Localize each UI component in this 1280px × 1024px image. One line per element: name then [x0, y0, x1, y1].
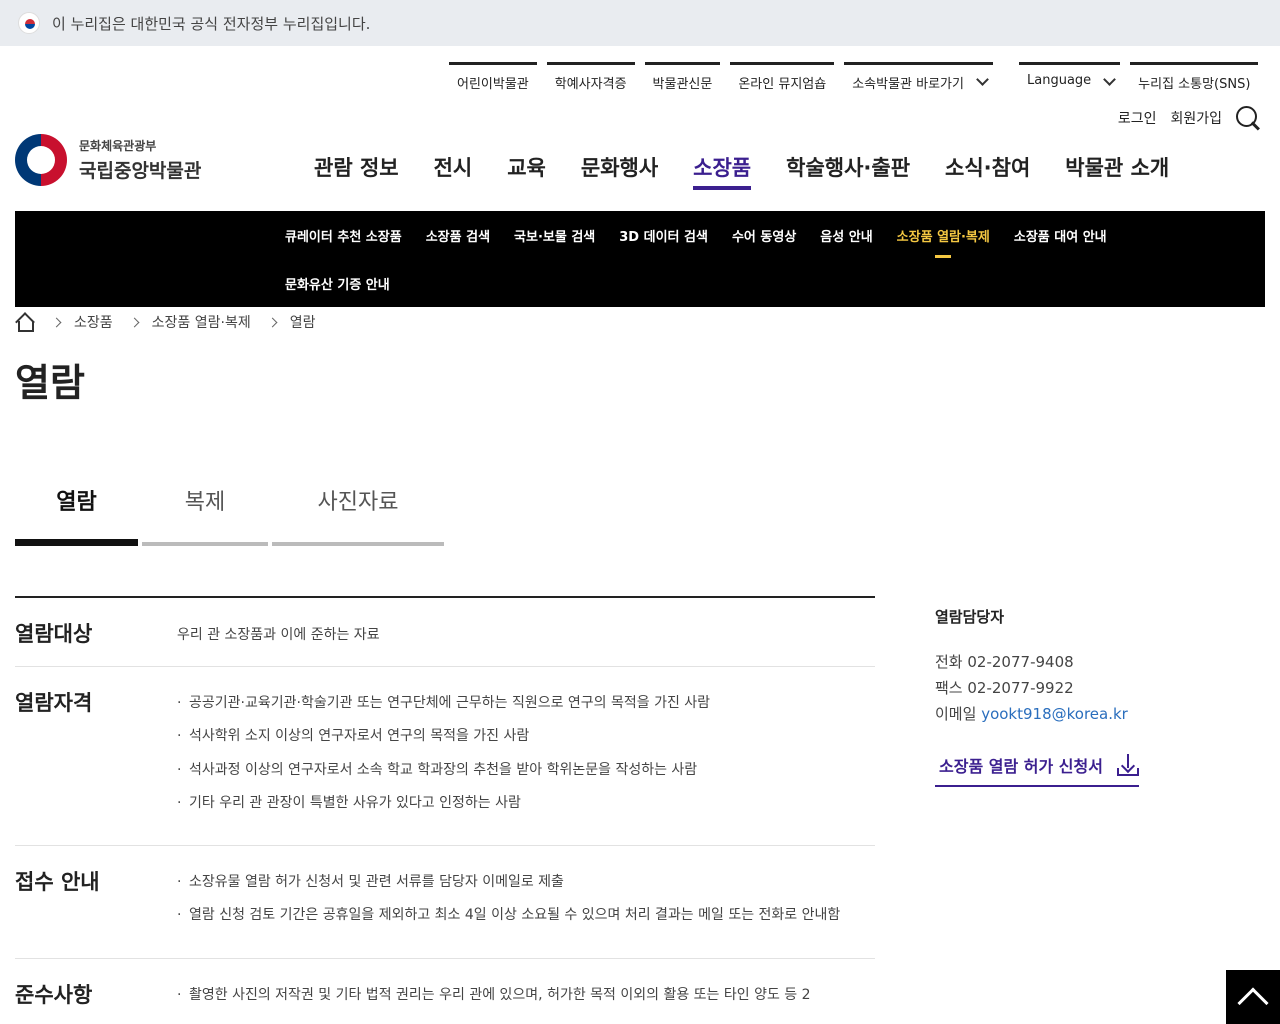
download-label: 소장품 열람 허가 신청서: [939, 757, 1103, 776]
main-nav: 관람 정보 전시 교육 문화행사 소장품 학술행사·출판 소식·참여 박물관 소…: [314, 152, 1169, 190]
museum-logo[interactable]: 문화체육관광부 국립중앙박물관: [15, 134, 201, 186]
list-item: 열람 신청 검토 기간은 공휴일을 제외하고 최소 4일 이상 소요될 수 있으…: [177, 905, 875, 926]
login-link[interactable]: 로그인: [1118, 108, 1157, 128]
gnb-item-exhibition[interactable]: 전시: [434, 152, 473, 190]
list-item: 석사과정 이상의 연구자로서 소속 학교 학과장의 추천을 받아 학위논문을 작…: [177, 760, 875, 781]
submission-list: 소장유물 열람 허가 신청서 및 관련 서류를 담당자 이메일로 제출 열람 신…: [177, 872, 875, 926]
util-link-affiliated-label: 소속박물관 바로가기: [852, 77, 964, 92]
utility-nav: 어린이박물관 학예사자격증 박물관신문 온라인 뮤지엄숍 소속박물관 바로가기: [449, 62, 1003, 100]
page-title: 열람: [15, 361, 85, 405]
chevron-down-icon: [1103, 73, 1117, 86]
subnav-item-audio-guide[interactable]: 음성 안내: [820, 211, 872, 259]
tab-reproduction[interactable]: 복제: [142, 478, 268, 546]
contact-email: 이메일 yookt918@korea.kr: [935, 701, 1195, 727]
util-link-curator-cert[interactable]: 학예사자격증: [546, 62, 635, 100]
korea-flag-icon: [18, 12, 40, 34]
table-row: 열람대상 우리 관 소장품과 이에 준하는 자료: [15, 598, 875, 667]
row-label: 준수사항: [15, 982, 93, 1007]
subnav-item-3d-search[interactable]: 3D 데이터 검색: [619, 211, 708, 259]
gov-banner-text: 이 누리집은 대한민국 공식 전자정부 누리집입니다.: [52, 14, 371, 33]
utility-nav-right: Language 누리집 소통망(SNS): [1019, 62, 1259, 100]
gnb-item-news[interactable]: 소식·참여: [945, 152, 1030, 190]
signup-link[interactable]: 회원가입: [1170, 108, 1222, 128]
download-icon: [1116, 754, 1139, 776]
logo-text: 문화체육관광부 국립중앙박물관: [79, 137, 201, 183]
language-select[interactable]: Language: [1019, 62, 1121, 100]
fax-label: 팩스: [935, 679, 963, 697]
chevron-right-icon: [267, 317, 278, 327]
back-to-top-button[interactable]: [1226, 970, 1280, 1024]
util-link-online-shop[interactable]: 온라인 뮤지엄숍: [730, 62, 835, 100]
rules-list: 촬영한 사진의 저작권 및 기타 법적 권리는 우리 관에 있으며, 허가한 목…: [177, 985, 875, 1006]
subnav-item-loan-guide[interactable]: 소장품 대여 안내: [1014, 211, 1107, 259]
subnav-item-donation-guide[interactable]: 문화유산 기증 안내: [285, 259, 390, 307]
arrow-up-icon: [1237, 987, 1269, 1019]
gov-banner: 이 누리집은 대한민국 공식 전자정부 누리집입니다.: [0, 0, 1280, 46]
breadcrumb-item-viewing-reproduction[interactable]: 소장품 열람·복제: [152, 312, 251, 332]
gnb-item-about[interactable]: 박물관 소개: [1065, 152, 1169, 190]
download-application-button[interactable]: 소장품 열람 허가 신청서: [935, 753, 1139, 787]
fax-value: 02-2077-9922: [967, 679, 1074, 697]
phone-value: 02-2077-9408: [967, 653, 1074, 671]
content-tabs: 열람 복제 사진자료: [15, 478, 448, 546]
gnb-item-events[interactable]: 문화행사: [581, 152, 658, 190]
tab-viewing[interactable]: 열람: [15, 478, 138, 546]
list-item: 촬영한 사진의 저작권 및 기타 법적 권리는 우리 관에 있으며, 허가한 목…: [177, 985, 875, 1006]
list-item: 공공기관·교육기관·학술기관 또는 연구단체에 근무하는 직원으로 연구의 목적…: [177, 693, 875, 714]
logo-ministry: 문화체육관광부: [79, 139, 157, 153]
table-row: 접수 안내 소장유물 열람 허가 신청서 및 관련 서류를 담당자 이메일로 제…: [15, 846, 875, 959]
subnav-item-collection-search[interactable]: 소장품 검색: [426, 211, 490, 259]
list-item: 소장유물 열람 허가 신청서 및 관련 서류를 담당자 이메일로 제출: [177, 872, 875, 893]
logo-museum-name: 국립중앙박물관: [79, 160, 202, 182]
list-item: 석사학위 소지 이상의 연구자로서 연구의 목적을 가진 사람: [177, 726, 875, 747]
subnav-item-treasure-search[interactable]: 국보·보물 검색: [514, 211, 595, 259]
email-label: 이메일: [935, 705, 977, 723]
contact-phone: 전화 02-2077-9408: [935, 649, 1195, 675]
sns-link[interactable]: 누리집 소통망(SNS): [1130, 62, 1259, 100]
search-icon[interactable]: [1234, 104, 1262, 132]
gnb-item-collection[interactable]: 소장품: [693, 152, 752, 190]
subnav-item-curator-picks[interactable]: 큐레이터 추천 소장품: [285, 211, 402, 259]
subnav-item-sign-video[interactable]: 수어 동영상: [732, 211, 796, 259]
gnb-item-academic[interactable]: 학술행사·출판: [786, 152, 910, 190]
contact-fax: 팩스 02-2077-9922: [935, 675, 1195, 701]
subnav-item-viewing-reproduction[interactable]: 소장품 열람·복제: [897, 211, 990, 259]
util-link-newspaper[interactable]: 박물관신문: [644, 62, 721, 100]
breadcrumb-item-current: 열람: [289, 315, 316, 331]
chevron-right-icon: [51, 317, 62, 327]
phone-label: 전화: [935, 653, 963, 671]
tab-photo-materials[interactable]: 사진자료: [272, 478, 444, 546]
auth-links: 로그인 회원가입: [1104, 104, 1262, 132]
contact-title: 열람담당자: [935, 608, 1005, 626]
chevron-right-icon: [129, 317, 140, 327]
contact-panel: 열람담당자 전화 02-2077-9408 팩스 02-2077-9922 이메…: [935, 606, 1195, 787]
language-label: Language: [1027, 73, 1092, 88]
chevron-down-icon: [976, 73, 989, 86]
row-label: 열람자격: [15, 691, 93, 715]
breadcrumb-item-collection[interactable]: 소장품: [74, 312, 113, 332]
row-text: 우리 관 소장품과 이에 준하는 자료: [177, 627, 380, 643]
eligibility-list: 공공기관·교육기관·학술기관 또는 연구단체에 근무하는 직원으로 연구의 목적…: [177, 693, 875, 813]
government-emblem-icon: [15, 134, 67, 186]
home-icon[interactable]: [15, 313, 34, 332]
sub-nav: 큐레이터 추천 소장품 소장품 검색 국보·보물 검색 3D 데이터 검색 수어…: [15, 211, 1265, 307]
row-label: 접수 안내: [15, 870, 100, 895]
list-item: 기타 우리 관 관장이 특별한 사유가 있다고 인정하는 사람: [177, 793, 875, 814]
email-link[interactable]: yookt918@korea.kr: [981, 705, 1128, 723]
util-link-affiliated-museums[interactable]: 소속박물관 바로가기: [844, 62, 993, 100]
gnb-item-education[interactable]: 교육: [507, 152, 546, 190]
util-link-kids-museum[interactable]: 어린이박물관: [449, 62, 537, 100]
row-label: 열람대상: [15, 622, 93, 646]
breadcrumb: 소장품 소장품 열람·복제 열람: [15, 312, 315, 332]
viewing-info-table: 열람대상 우리 관 소장품과 이에 준하는 자료 열람자격 공공기관·교육기관·…: [15, 596, 875, 1024]
table-row: 준수사항 촬영한 사진의 저작권 및 기타 법적 권리는 우리 관에 있으며, …: [15, 959, 875, 1024]
gnb-item-visit-info[interactable]: 관람 정보: [314, 152, 399, 190]
table-row: 열람자격 공공기관·교육기관·학술기관 또는 연구단체에 근무하는 직원으로 연…: [15, 667, 875, 847]
